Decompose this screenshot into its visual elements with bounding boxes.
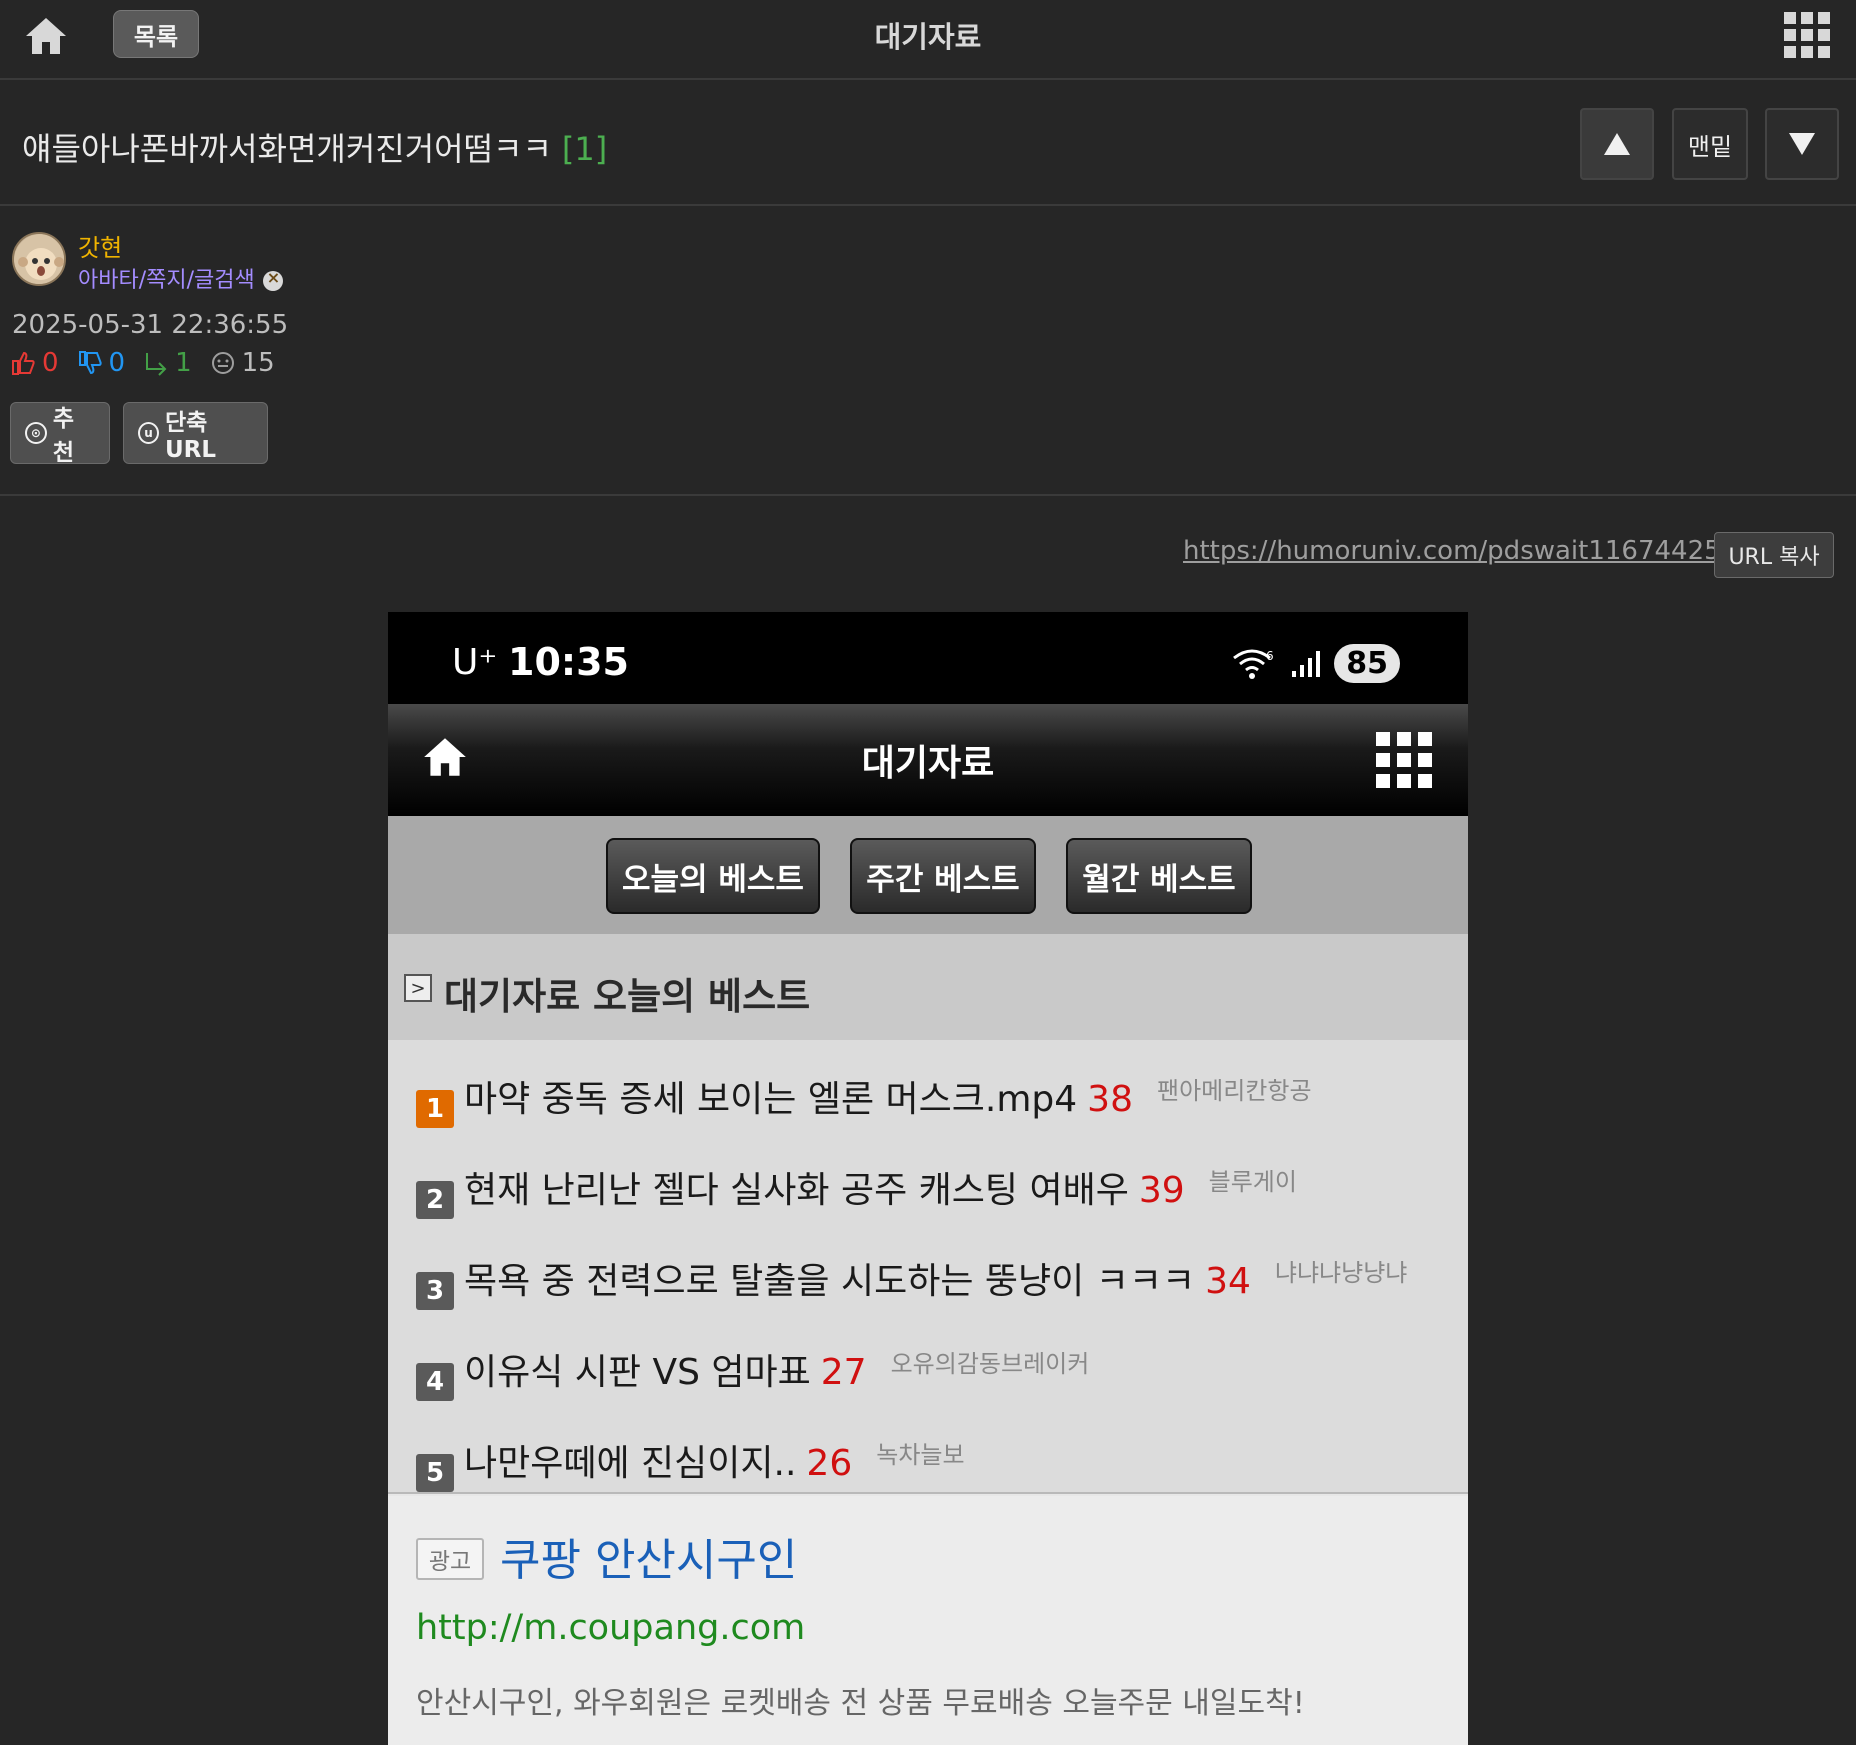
svg-text:6: 6 [1266,649,1274,663]
url-icon: u [138,422,159,444]
best-count: 27 [820,1352,867,1393]
best-count: 34 [1205,1261,1251,1302]
tab-weekly-best: 주간 베스트 [850,838,1036,914]
view-count: 15 [241,348,275,378]
arrow-up-icon [1604,133,1630,155]
rank-badge: 5 [416,1454,454,1492]
tab-monthly-best: 월간 베스트 [1066,838,1252,914]
rank-badge: 1 [416,1090,454,1128]
chevron-right-icon: > [404,974,432,1002]
author-block: 갓현 아바타/쪽지/글검색 2025-05-31 22:36:55 0 0 1 … [0,208,1856,496]
mobile-header-title: 대기자료 [861,743,995,784]
author-name[interactable]: 갓현 [78,228,122,263]
post-stats: 0 0 1 15 [10,348,287,378]
list-item: 3 목욕 중 전력으로 탈출을 시도하는 뚱냥이 ㅋㅋㅋ 34 냐냐냐냥냥냐 [416,1252,1408,1310]
like-count: 0 [42,348,59,378]
comment-count[interactable]: [1] [562,130,607,168]
wifi-icon: 6 [1233,649,1274,679]
section-header: > 대기자료 오늘의 베스트 [388,934,1468,1040]
ad-description: 안산시구인, 와우회원은 로켓배송 전 상품 무료배송 오늘주문 내일도착! [416,1686,1305,1721]
status-time: 10:35 [508,640,629,684]
author-links-text[interactable]: 아바타/쪽지/글검색 [78,268,255,293]
list-item: 5 나만우떼에 진심이지.. 26 녹차늘보 [416,1434,965,1492]
mobile-menu-grid-icon [1376,732,1432,788]
post-url-link[interactable]: https://humoruniv.com/pdswait11674425 [1183,536,1721,566]
dislike-count: 0 [108,348,126,378]
recommend-button[interactable]: ⊙ 추천 [10,402,110,466]
ad-url: http://m.coupang.com [416,1608,806,1648]
post-title-text: 얘들아나폰바까서화면개커진거어떰ㅋㅋ [22,130,552,168]
best-title: 이유식 시판 VS 엄마표 [464,1352,811,1393]
best-title: 목욕 중 전력으로 탈출을 시도하는 뚱냥이 ㅋㅋㅋ [464,1261,1196,1302]
attached-screenshot: U⁺ 10:35 6 85 대기자료 오늘의 베스트 주간 베스트 월간 베스트… [388,612,1468,1745]
short-url-label: 단축URL [164,410,217,463]
best-tabs: 오늘의 베스트 주간 베스트 월간 베스트 [388,816,1468,934]
mobile-header: 대기자료 [388,704,1468,816]
best-title: 나만우떼에 진심이지.. [464,1443,797,1484]
best-count: 39 [1138,1170,1185,1211]
post-title: 얘들아나폰바까서화면개커진거어떰ㅋㅋ [1] [22,124,607,170]
carrier-label: U⁺ [452,642,498,683]
menu-grid-icon[interactable] [1784,12,1832,58]
scroll-up-button[interactable] [1580,108,1654,180]
thumbs-up-icon [12,351,35,375]
home-icon[interactable] [22,12,70,60]
list-item: 4 이유식 시판 VS 엄마표 27 오유의감동브레이커 [416,1343,1090,1401]
ad-title: 쿠팡 안산시구인 [500,1535,798,1586]
status-icons: 6 85 [1232,644,1400,683]
board-title: 대기자료 [874,20,982,54]
view-icon [211,352,234,374]
tab-today-best: 오늘의 베스트 [606,838,820,914]
list-item: 2 현재 난리난 젤다 실사화 공주 캐스팅 여배우 39 블루게이 [416,1161,1297,1219]
url-copy-button[interactable]: URL 복사 [1714,532,1834,578]
best-count: 38 [1087,1079,1133,1120]
best-list: 1 마약 중독 증세 보이는 엘론 머스크.mp4 38 팬아메리칸항공 2 현… [388,1040,1468,1494]
best-nickname: 팬아메리칸항공 [1156,1077,1312,1105]
signal-icon [1292,650,1321,677]
mobile-home-icon [420,732,470,782]
scroll-down-button[interactable] [1765,108,1839,180]
best-nickname: 오유의감동브레이커 [890,1350,1090,1378]
best-nickname: 블루게이 [1208,1168,1297,1196]
post-title-row: 얘들아나폰바까서화면개커진거어떰ㅋㅋ [1] 맨밑 [0,82,1856,206]
best-nickname: 녹차늘보 [876,1441,965,1469]
rank-badge: 4 [416,1363,454,1401]
recommend-icon: ⊙ [25,422,47,444]
recommend-label: 추천 [52,406,75,466]
best-nickname: 냐냐냐냥냥냐 [1274,1259,1408,1287]
rank-badge: 3 [416,1272,454,1310]
post-date: 2025-05-31 22:36:55 [12,310,289,340]
reply-count: 1 [175,348,192,378]
list-item: 1 마약 중독 증세 보이는 엘론 머스크.mp4 38 팬아메리칸항공 [416,1070,1312,1128]
top-bar: 목록 대기자료 [0,0,1856,80]
list-button[interactable]: 목록 [113,10,199,58]
author-links[interactable]: 아바타/쪽지/글검색 [78,262,283,294]
rank-badge: 2 [416,1181,454,1219]
section-title: 대기자료 오늘의 베스트 [444,975,811,1018]
short-url-button[interactable]: u 단축URL [123,402,268,464]
thumbs-down-icon [78,351,102,375]
ad-block: 광고 쿠팡 안산시구인 http://m.coupang.com 안산시구인, … [388,1496,1468,1745]
best-count: 26 [806,1443,853,1484]
battery-level: 85 [1334,644,1400,683]
avatar[interactable] [12,232,66,286]
ad-tag: 광고 [416,1538,484,1580]
badge-icon [262,268,283,291]
reply-icon [146,353,167,376]
go-bottom-button[interactable]: 맨밑 [1672,108,1748,180]
best-title: 마약 중독 증세 보이는 엘론 머스크.mp4 [464,1079,1078,1120]
arrow-down-icon [1789,133,1815,155]
phone-status-bar: U⁺ 10:35 6 85 [388,612,1468,704]
best-title: 현재 난리난 젤다 실사화 공주 캐스팅 여배우 [464,1170,1129,1211]
